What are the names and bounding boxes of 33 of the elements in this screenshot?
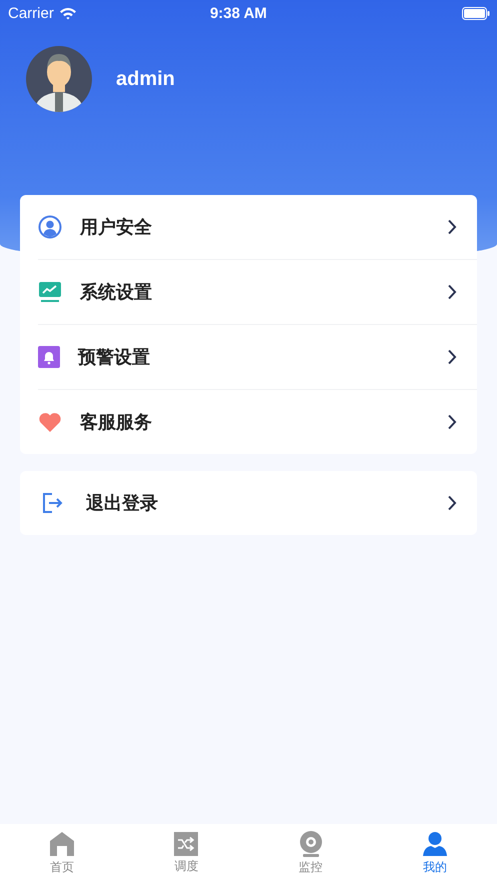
chevron-icon xyxy=(447,284,457,300)
chevron-icon xyxy=(447,414,457,430)
chevron-icon xyxy=(447,495,457,511)
user-icon xyxy=(38,215,62,239)
menu-item[interactable]: 客服服务 xyxy=(38,389,477,454)
tab[interactable]: 首页 xyxy=(0,824,124,883)
menu-item[interactable]: 用户安全 xyxy=(20,195,477,259)
menu-item[interactable]: 预警设置 xyxy=(38,324,477,389)
tab[interactable]: 监控 xyxy=(248,824,373,883)
status-time: 9:38 AM xyxy=(208,4,268,22)
chevron-icon xyxy=(447,349,457,365)
heart-icon xyxy=(38,412,62,432)
chevron-icon xyxy=(447,219,457,235)
tab[interactable]: 我的 xyxy=(372,824,497,883)
logout-label: 退出登录 xyxy=(86,492,159,515)
menu-label: 用户安全 xyxy=(80,216,153,239)
logout-icon xyxy=(42,492,64,514)
home-icon xyxy=(49,831,76,857)
person-icon xyxy=(422,831,448,857)
user-name: admin xyxy=(116,68,175,90)
tab[interactable]: 调度 xyxy=(124,824,248,883)
wifi-icon xyxy=(58,6,77,20)
menu-item[interactable]: 系统设置 xyxy=(38,259,477,324)
shuffle-icon xyxy=(174,832,198,856)
carrier-label: Carrier xyxy=(8,4,54,22)
battery-icon xyxy=(462,6,490,20)
chart-icon xyxy=(38,281,62,303)
menu-label: 预警设置 xyxy=(78,346,151,369)
webcam-icon xyxy=(298,831,323,857)
menu-label: 系统设置 xyxy=(80,281,153,304)
menu-label: 客服服务 xyxy=(80,411,153,434)
logout-item[interactable]: 退出登录 xyxy=(20,471,477,535)
bell-icon xyxy=(38,346,60,368)
